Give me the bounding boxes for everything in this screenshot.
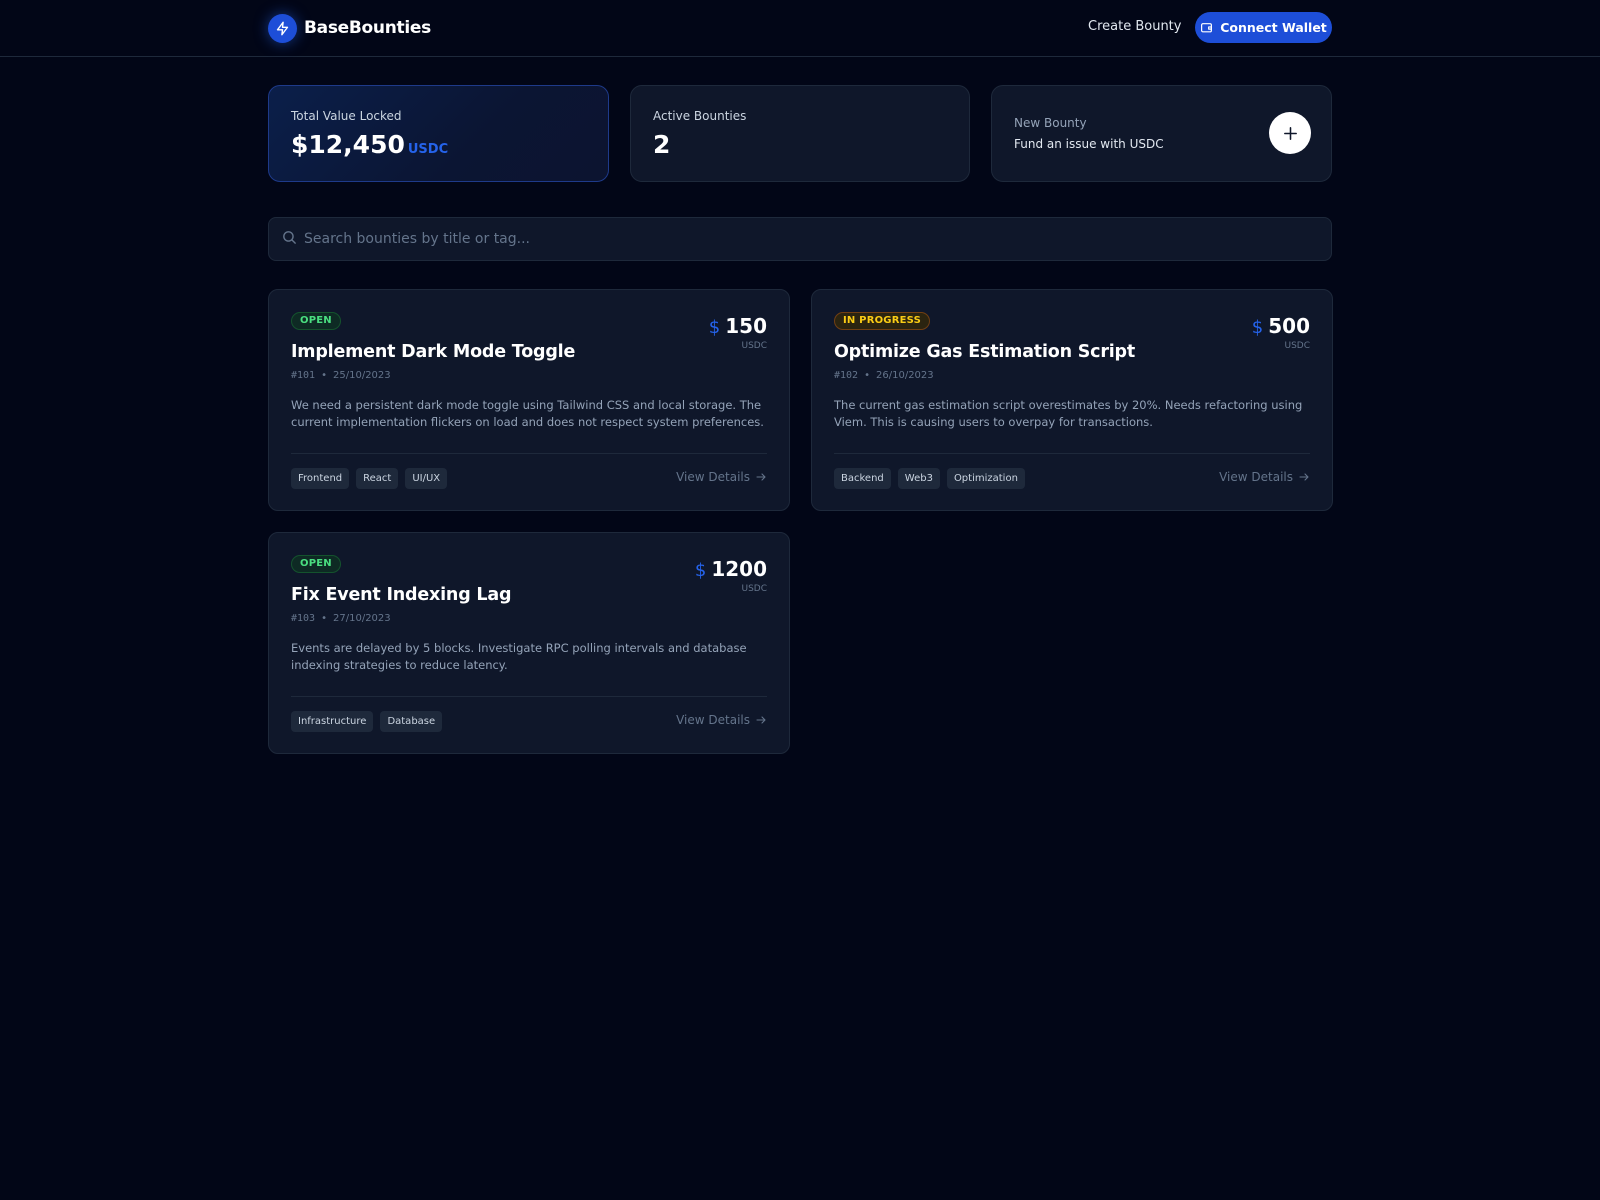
- active-bounties-label: Active Bounties: [653, 109, 747, 123]
- view-details-label: View Details: [1219, 470, 1293, 484]
- connect-wallet-label: Connect Wallet: [1220, 20, 1327, 35]
- reward-currency: USDC: [741, 341, 767, 351]
- tvl-amount: $12,450: [291, 130, 405, 159]
- reward-currency: USDC: [741, 584, 767, 594]
- bounty-card[interactable]: IN PROGRESS $ 500 USDC Optimize Gas Esti…: [811, 289, 1333, 511]
- view-details-link[interactable]: View Details: [676, 713, 767, 727]
- dollar-icon: $: [708, 317, 721, 338]
- view-details-label: View Details: [676, 470, 750, 484]
- total-value-locked-card: Total Value Locked $12,450 USDC: [268, 85, 609, 182]
- bounty-date: 25/10/2023: [333, 370, 391, 381]
- new-bounty-card[interactable]: New Bounty Fund an issue with USDC: [991, 85, 1332, 182]
- bounty-card[interactable]: OPEN $ 150 USDC Implement Dark Mode Togg…: [268, 289, 790, 511]
- bounty-meta: #102 • 26/10/2023: [834, 370, 934, 381]
- bounty-id: #103: [291, 613, 316, 624]
- status-badge: OPEN: [291, 312, 341, 330]
- card-divider: [291, 696, 767, 697]
- search-icon: [283, 231, 296, 244]
- tag-list: Infrastructure Database: [291, 711, 449, 732]
- bounty-description: We need a persistent dark mode toggle us…: [291, 398, 764, 429]
- new-bounty-title: New Bounty: [1014, 116, 1087, 130]
- status-badge: IN PROGRESS: [834, 312, 930, 330]
- tag[interactable]: Optimization: [946, 468, 1025, 489]
- status-badge: OPEN: [291, 555, 341, 573]
- create-bounty-link[interactable]: Create Bounty: [1088, 19, 1181, 34]
- lightning-bolt-icon: [268, 13, 297, 43]
- bounty-id: #101: [291, 370, 316, 381]
- bounty-reward: $ 500 USDC: [1252, 314, 1310, 351]
- search-input[interactable]: [304, 218, 1314, 260]
- bounty-meta: #103 • 27/10/2023: [291, 613, 391, 624]
- brand[interactable]: BaseBounties: [268, 13, 431, 43]
- tag-list: Frontend React UI/UX: [291, 468, 454, 489]
- search-bar: [268, 217, 1332, 261]
- reward-amount: 1200: [711, 557, 767, 581]
- top-nav-bar: BaseBounties Create Bounty Connect Walle…: [0, 0, 1600, 57]
- tag[interactable]: Database: [380, 711, 443, 732]
- bounty-title[interactable]: Implement Dark Mode Toggle: [291, 342, 575, 362]
- bounty-reward: $ 1200 USDC: [695, 557, 767, 594]
- wallet-icon: [1201, 23, 1213, 33]
- tag-list: Backend Web3 Optimization: [834, 468, 1032, 489]
- tvl-value: $12,450 USDC: [291, 130, 448, 159]
- tag[interactable]: Frontend: [291, 468, 350, 489]
- bounty-date: 27/10/2023: [333, 613, 391, 624]
- tag[interactable]: Infrastructure: [291, 711, 374, 732]
- add-bounty-button[interactable]: [1269, 112, 1311, 154]
- active-bounties-card: Active Bounties 2: [630, 85, 970, 182]
- tvl-unit: USDC: [407, 142, 449, 157]
- bounty-date: 26/10/2023: [876, 370, 934, 381]
- active-bounties-count: 2: [653, 130, 671, 159]
- reward-amount: 150: [725, 314, 767, 338]
- tvl-label: Total Value Locked: [291, 109, 402, 123]
- arrow-right-icon: [756, 716, 766, 724]
- bounty-title[interactable]: Optimize Gas Estimation Script: [834, 342, 1135, 362]
- card-divider: [834, 453, 1310, 454]
- separator-dot-icon: •: [864, 370, 870, 381]
- plus-icon: [1283, 126, 1297, 140]
- view-details-label: View Details: [676, 713, 750, 727]
- tag[interactable]: Backend: [834, 468, 891, 489]
- bounty-meta: #101 • 25/10/2023: [291, 370, 391, 381]
- tag[interactable]: React: [356, 468, 399, 489]
- arrow-right-icon: [1299, 473, 1309, 481]
- bounty-id: #102: [834, 370, 859, 381]
- new-bounty-subtitle: Fund an issue with USDC: [1014, 137, 1164, 151]
- card-divider: [291, 453, 767, 454]
- bounty-description: Events are delayed by 5 blocks. Investig…: [291, 641, 747, 672]
- connect-wallet-button[interactable]: Connect Wallet: [1195, 12, 1332, 43]
- bounty-title[interactable]: Fix Event Indexing Lag: [291, 585, 512, 605]
- brand-name: BaseBounties: [304, 18, 431, 38]
- reward-currency: USDC: [1284, 341, 1310, 351]
- tag[interactable]: UI/UX: [405, 468, 448, 489]
- separator-dot-icon: •: [321, 613, 327, 624]
- bounty-reward: $ 150 USDC: [709, 314, 767, 351]
- bounty-description: The current gas estimation script overes…: [834, 398, 1303, 429]
- dollar-icon: $: [1251, 317, 1264, 338]
- bounty-card[interactable]: OPEN $ 1200 USDC Fix Event Indexing Lag …: [268, 532, 790, 754]
- reward-amount: 500: [1268, 314, 1310, 338]
- view-details-link[interactable]: View Details: [1219, 470, 1310, 484]
- view-details-link[interactable]: View Details: [676, 470, 767, 484]
- dollar-icon: $: [694, 560, 707, 581]
- arrow-right-icon: [756, 473, 766, 481]
- tag[interactable]: Web3: [897, 468, 940, 489]
- separator-dot-icon: •: [321, 370, 327, 381]
